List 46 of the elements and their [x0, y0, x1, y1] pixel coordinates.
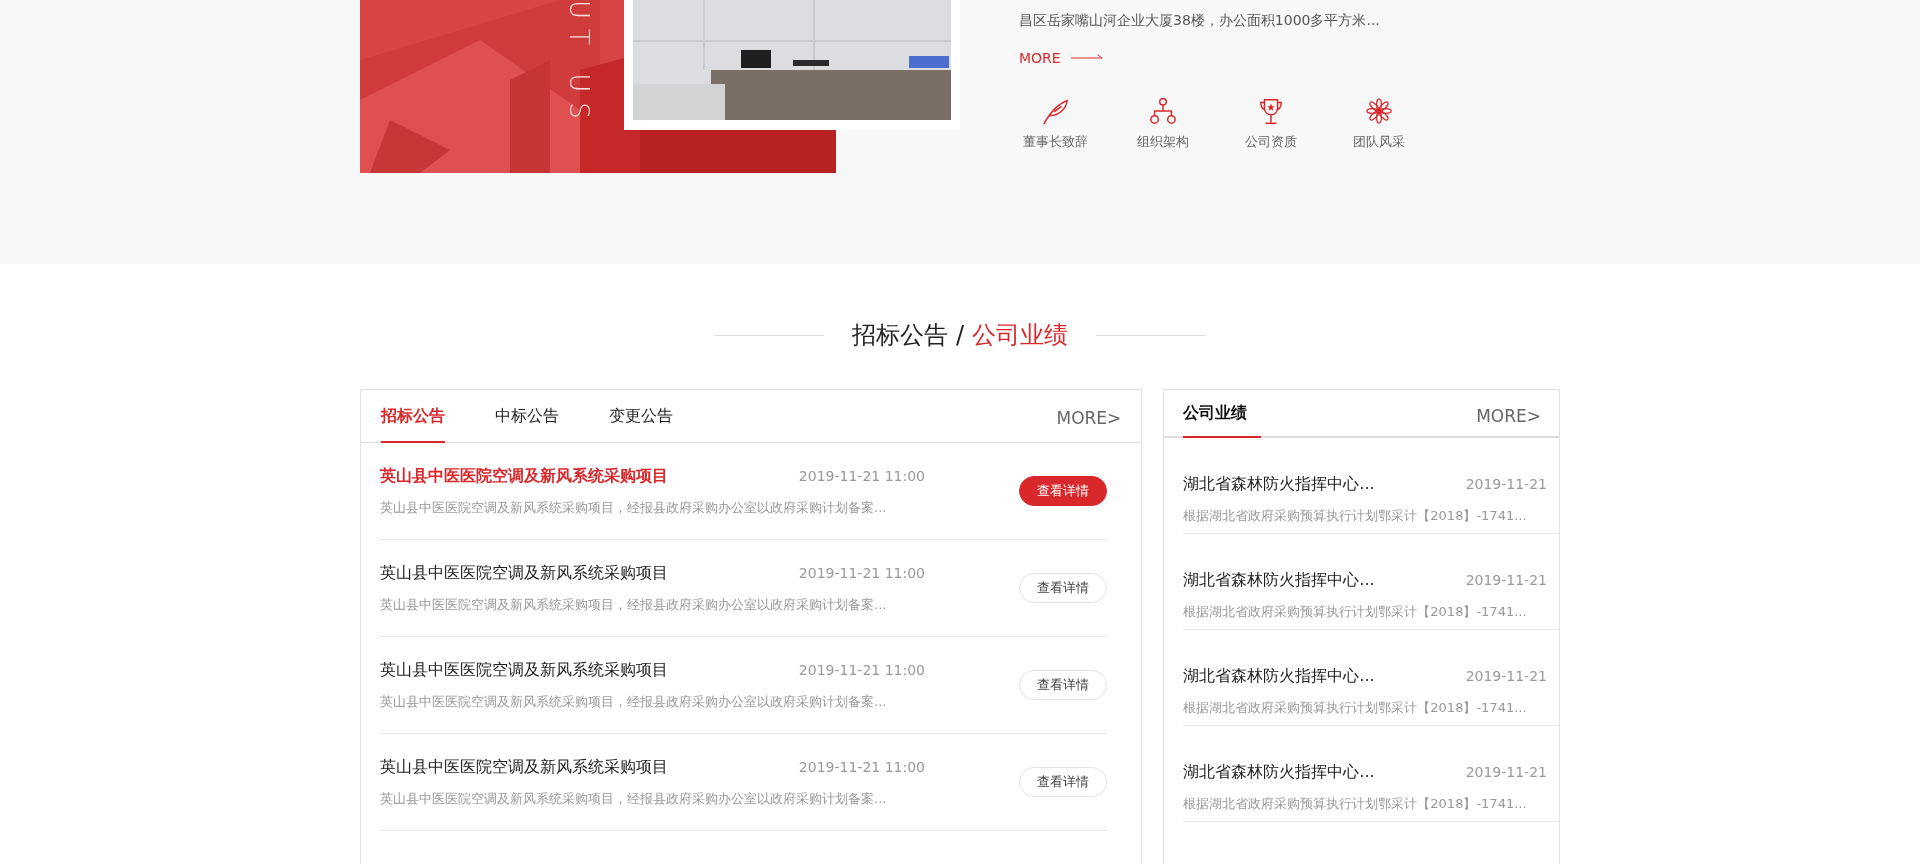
more-link[interactable]: MORE>: [1056, 408, 1122, 442]
details-button[interactable]: 查看详情: [1019, 476, 1108, 506]
details-button[interactable]: 查看详情: [1019, 767, 1108, 797]
tab[interactable]: 中标公告: [495, 406, 559, 443]
quick-link[interactable]: 公司资质: [1235, 97, 1307, 151]
more-link[interactable]: MORE: [1019, 50, 1103, 66]
notice-title[interactable]: 英山县中医医院空调及新风系统采购项目: [380, 562, 668, 584]
more-link[interactable]: MORE>: [1476, 406, 1559, 436]
tab[interactable]: 公司业绩: [1183, 403, 1262, 438]
notice-title[interactable]: 英山县中医医院空调及新风系统采购项目: [380, 659, 668, 681]
achievement-date: 2019-11-21: [1465, 668, 1547, 684]
achievement-title[interactable]: 湖北省森林防火指挥中心...: [1183, 570, 1375, 591]
quick-link[interactable]: 组织架构: [1127, 97, 1199, 151]
achievement-summary: 根据湖北省政府采购预算执行计划鄂采计【2018】-1741...: [1183, 699, 1528, 717]
achievement-summary: 根据湖北省政府采购预算执行计划鄂采计【2018】-1741...: [1183, 603, 1528, 621]
notice-title[interactable]: 英山县中医医院空调及新风系统采购项目: [380, 465, 668, 487]
achievement-date: 2019-11-21: [1465, 572, 1547, 588]
achievement-title[interactable]: 湖北省森林防火指挥中心...: [1183, 474, 1375, 495]
flower-icon: [1365, 97, 1393, 125]
notice-date: 2019-11-21 11:00: [798, 661, 925, 678]
section-title: 招标公告 / 公司业绩: [852, 320, 1068, 351]
notice-title[interactable]: 英山县中医医院空调及新风系统采购项目: [380, 756, 668, 778]
tab[interactable]: 招标公告: [381, 406, 445, 443]
notice-summary: 英山县中医医院空调及新风系统采购项目，经报县政府采购办公室以政府采购计划备案...: [380, 789, 888, 808]
hierarchy-icon: [1149, 97, 1177, 125]
achievement-summary: 根据湖北省政府采购预算执行计划鄂采计【2018】-1741...: [1183, 795, 1528, 813]
trophy-icon: [1257, 97, 1285, 125]
tab[interactable]: 变更公告: [609, 406, 673, 443]
achievement-date: 2019-11-21: [1465, 764, 1547, 780]
achievement-date: 2019-11-21: [1465, 476, 1547, 492]
company-description: 昌区岳家嘴山河企业大厦38楼，办公面积1000多平方米...: [1019, 11, 1381, 30]
achievement-summary: 根据湖北省政府采购预算执行计划鄂采计【2018】-1741...: [1183, 507, 1528, 525]
notice-date: 2019-11-21 11:00: [798, 758, 925, 775]
details-button[interactable]: 查看详情: [1019, 670, 1108, 700]
details-button[interactable]: 查看详情: [1019, 573, 1108, 603]
quick-link[interactable]: 董事长致辞: [1019, 97, 1091, 151]
notice-date: 2019-11-21 11:00: [798, 564, 925, 581]
achievement-title[interactable]: 湖北省森林防火指挥中心...: [1183, 762, 1375, 783]
arrow-icon: [1070, 54, 1103, 62]
notice-summary: 英山县中医医院空调及新风系统采购项目，经报县政府采购办公室以政府采购计划备案...: [380, 595, 888, 614]
quick-link[interactable]: 团队风采: [1343, 97, 1415, 151]
notice-summary: 英山县中医医院空调及新风系统采购项目，经报县政府采购办公室以政府采购计划备案...: [380, 498, 888, 517]
notice-summary: 英山县中医医院空调及新风系统采购项目，经报县政府采购办公室以政府采购计划备案...: [380, 692, 888, 711]
achievement-title[interactable]: 湖北省森林防火指挥中心...: [1183, 666, 1375, 687]
notice-date: 2019-11-21 11:00: [798, 467, 925, 484]
feather-icon: [1041, 97, 1069, 125]
